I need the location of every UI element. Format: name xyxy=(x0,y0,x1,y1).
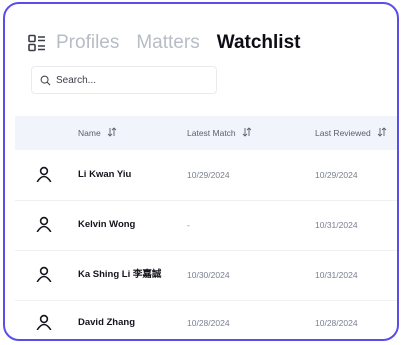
table-row[interactable]: Ka Shing Li 李嘉誠 10/30/2024 10/31/2024 xyxy=(15,250,397,300)
row-last-reviewed: 10/29/2024 xyxy=(315,170,358,180)
user-icon xyxy=(36,314,52,330)
search-icon xyxy=(40,75,51,85)
row-name: Kelvin Wong xyxy=(78,219,136,230)
row-name: Ka Shing Li 李嘉誠 xyxy=(78,269,162,280)
row-latest-match: - xyxy=(187,220,190,230)
search-box[interactable] xyxy=(31,66,217,94)
tab-matters[interactable]: Matters xyxy=(136,30,199,56)
search-input[interactable] xyxy=(56,74,206,86)
row-last-reviewed: 10/31/2024 xyxy=(315,270,358,280)
row-name: Li Kwan Yiu xyxy=(78,169,132,180)
row-latest-match: 10/28/2024 xyxy=(187,318,230,328)
column-header-name[interactable]: Name xyxy=(78,116,117,150)
sort-arrows-icon[interactable] xyxy=(377,127,387,137)
user-icon xyxy=(36,166,52,182)
sort-arrows-icon[interactable] xyxy=(242,127,252,137)
table-row[interactable]: David Zhang 10/28/2024 10/28/2024 xyxy=(15,298,397,339)
column-header-latest-match[interactable]: Latest Match xyxy=(187,116,252,150)
row-last-reviewed: 10/31/2024 xyxy=(315,220,358,230)
row-name: David Zhang xyxy=(78,317,136,328)
row-latest-match: 10/30/2024 xyxy=(187,270,230,280)
table-row[interactable]: Li Kwan Yiu 10/29/2024 10/29/2024 xyxy=(15,150,397,200)
column-header-label: Last Reviewed xyxy=(315,128,371,138)
sort-arrows-icon[interactable] xyxy=(107,127,117,137)
row-latest-match: 10/29/2024 xyxy=(187,170,230,180)
table-header: Name Latest Match Last Reviewed xyxy=(15,116,397,150)
column-header-last-reviewed[interactable]: Last Reviewed xyxy=(315,116,387,150)
user-icon xyxy=(36,216,52,232)
table-row[interactable]: Kelvin Wong - 10/31/2024 xyxy=(15,200,397,250)
user-icon xyxy=(36,266,52,282)
tab-watchlist[interactable]: Watchlist xyxy=(217,30,301,56)
watchlist-panel: Profiles Matters Watchlist Name Latest M… xyxy=(3,2,399,341)
tab-profiles[interactable]: Profiles xyxy=(56,30,119,56)
column-header-label: Name xyxy=(78,128,101,138)
column-header-label: Latest Match xyxy=(187,128,236,138)
row-last-reviewed: 10/28/2024 xyxy=(315,318,358,328)
tab-bar: Profiles Matters Watchlist xyxy=(27,30,300,56)
grid-list-icon[interactable] xyxy=(27,33,47,53)
